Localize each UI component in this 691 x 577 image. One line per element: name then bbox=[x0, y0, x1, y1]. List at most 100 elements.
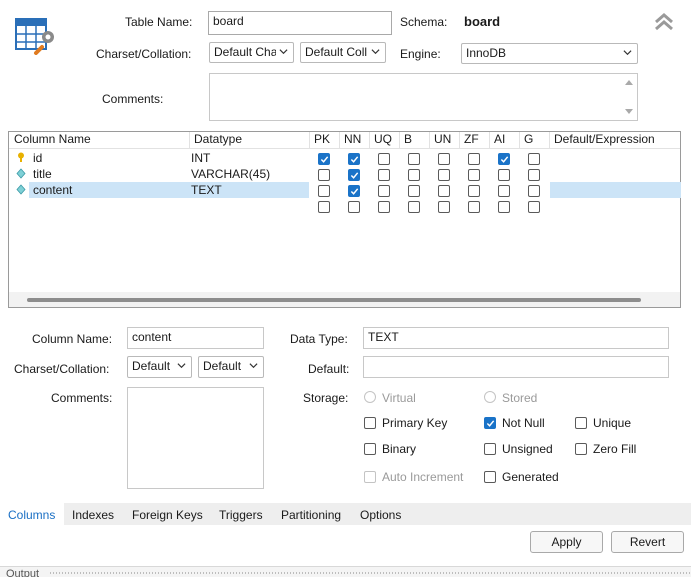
collation-select[interactable]: Default Coll bbox=[300, 42, 386, 63]
grid-flag-checkbox[interactable] bbox=[498, 153, 510, 165]
diamond-icon bbox=[16, 168, 26, 179]
scrollbar-thumb[interactable] bbox=[27, 298, 641, 302]
grid-header-datatype[interactable]: Datatype bbox=[190, 132, 310, 148]
column-name-input[interactable]: content bbox=[127, 327, 264, 349]
unsigned-label: Unsigned bbox=[502, 442, 553, 456]
grid-flag-checkbox[interactable] bbox=[348, 185, 360, 197]
grid-header-nn[interactable]: NN bbox=[340, 132, 370, 148]
tab-partitioning[interactable]: Partitioning bbox=[281, 508, 341, 522]
grid-flag-checkbox[interactable] bbox=[408, 169, 420, 181]
grid-header-zf[interactable]: ZF bbox=[460, 132, 490, 148]
grid-flag-checkbox[interactable] bbox=[528, 153, 540, 165]
grid-flag-checkbox[interactable] bbox=[408, 185, 420, 197]
grid-flag-checkbox[interactable] bbox=[408, 153, 420, 165]
grid-flag-checkbox[interactable] bbox=[468, 185, 480, 197]
table-comments-input[interactable] bbox=[209, 73, 638, 121]
storage-label: Storage: bbox=[303, 391, 349, 405]
grid-header-column-name[interactable]: Column Name bbox=[10, 132, 190, 148]
grid-flag-checkbox[interactable] bbox=[318, 185, 330, 197]
tab-indexes[interactable]: Indexes bbox=[72, 508, 114, 522]
grid-header-default-expression[interactable]: Default/Expression bbox=[550, 132, 681, 148]
revert-button[interactable]: Revert bbox=[611, 531, 684, 553]
grid-cell-column-name[interactable]: content bbox=[33, 183, 72, 197]
scrollbar[interactable] bbox=[621, 74, 637, 120]
grid-cell-datatype[interactable]: VARCHAR(45) bbox=[191, 167, 270, 181]
grid-flag-checkbox[interactable] bbox=[468, 169, 480, 181]
grid-header-pk[interactable]: PK bbox=[310, 132, 340, 148]
column-comments-input[interactable] bbox=[127, 387, 264, 489]
grid-flag-checkbox[interactable] bbox=[378, 185, 390, 197]
grid-flag-checkbox[interactable] bbox=[438, 201, 450, 213]
default-input[interactable] bbox=[363, 356, 669, 378]
virtual-label: Virtual bbox=[382, 391, 416, 405]
column-charset-select[interactable]: Default bbox=[127, 356, 192, 378]
grid-flag-checkbox[interactable] bbox=[438, 169, 450, 181]
grid-flag-checkbox[interactable] bbox=[348, 201, 360, 213]
chevron-down-icon bbox=[279, 49, 288, 55]
collapse-up-icon[interactable] bbox=[653, 12, 675, 32]
grid-flag-checkbox[interactable] bbox=[528, 169, 540, 181]
unique-checkbox[interactable] bbox=[575, 417, 587, 429]
grid-flag-checkbox[interactable] bbox=[378, 153, 390, 165]
apply-button[interactable]: Apply bbox=[530, 531, 603, 553]
table-name-input[interactable]: board bbox=[208, 11, 392, 35]
chevron-down-icon bbox=[249, 363, 258, 369]
grid-flag-checkbox[interactable] bbox=[498, 185, 510, 197]
not-null-checkbox[interactable] bbox=[484, 417, 496, 429]
grid-header-un[interactable]: UN bbox=[430, 132, 460, 148]
grid-flag-checkbox[interactable] bbox=[318, 201, 330, 213]
grid-header-g[interactable]: G bbox=[520, 132, 550, 148]
primary-key-checkbox[interactable] bbox=[364, 417, 376, 429]
grid-flag-checkbox[interactable] bbox=[378, 169, 390, 181]
grid-flag-checkbox[interactable] bbox=[348, 169, 360, 181]
grid-header-ai[interactable]: AI bbox=[490, 132, 520, 148]
grid-flag-checkbox[interactable] bbox=[348, 153, 360, 165]
diamond-icon bbox=[16, 184, 26, 195]
stored-radio[interactable] bbox=[484, 391, 496, 403]
tab-options[interactable]: Options bbox=[360, 508, 401, 522]
grid-flag-checkbox[interactable] bbox=[318, 169, 330, 181]
grid-flag-checkbox[interactable] bbox=[528, 185, 540, 197]
grid-cell-column-name[interactable]: id bbox=[33, 151, 42, 165]
unsigned-checkbox[interactable] bbox=[484, 443, 496, 455]
grid-header-b[interactable]: B bbox=[400, 132, 430, 148]
schema-label: Schema: bbox=[400, 15, 448, 29]
chevron-down-icon bbox=[623, 50, 632, 56]
stored-label: Stored bbox=[502, 391, 538, 405]
grid-cell-datatype[interactable]: INT bbox=[191, 151, 210, 165]
columns-grid[interactable]: Column Name Datatype PK NN UQ B UN ZF AI… bbox=[8, 131, 681, 308]
selected-row-highlight bbox=[550, 182, 681, 198]
engine-label: Engine: bbox=[400, 47, 441, 61]
grid-flag-checkbox[interactable] bbox=[528, 201, 540, 213]
grid-flag-checkbox[interactable] bbox=[408, 201, 420, 213]
grid-cell-datatype[interactable]: TEXT bbox=[191, 183, 222, 197]
chevron-down-icon bbox=[177, 363, 186, 369]
grid-flag-checkbox[interactable] bbox=[498, 201, 510, 213]
data-type-input[interactable]: TEXT bbox=[363, 327, 669, 349]
grid-flag-checkbox[interactable] bbox=[318, 153, 330, 165]
tab-triggers[interactable]: Triggers bbox=[219, 508, 263, 522]
grid-flag-checkbox[interactable] bbox=[438, 185, 450, 197]
horizontal-scrollbar[interactable] bbox=[9, 292, 680, 307]
grid-flag-checkbox[interactable] bbox=[498, 169, 510, 181]
tab-foreign-keys[interactable]: Foreign Keys bbox=[132, 508, 203, 522]
grid-flag-checkbox[interactable] bbox=[438, 153, 450, 165]
column-charset-collation-label: Charset/Collation: bbox=[14, 362, 110, 376]
grid-header-uq[interactable]: UQ bbox=[370, 132, 400, 148]
tab-columns[interactable]: Columns bbox=[8, 508, 55, 522]
generated-checkbox[interactable] bbox=[484, 471, 496, 483]
grid-flag-checkbox[interactable] bbox=[468, 201, 480, 213]
table-name-label: Table Name: bbox=[125, 15, 193, 29]
auto-increment-checkbox[interactable] bbox=[364, 471, 376, 483]
not-null-label: Not Null bbox=[502, 416, 545, 430]
binary-checkbox[interactable] bbox=[364, 443, 376, 455]
unique-label: Unique bbox=[593, 416, 632, 430]
virtual-radio[interactable] bbox=[364, 391, 376, 403]
grid-flag-checkbox[interactable] bbox=[378, 201, 390, 213]
column-collation-select[interactable]: Default bbox=[198, 356, 264, 378]
charset-select[interactable]: Default Chars bbox=[209, 42, 294, 63]
grid-cell-column-name[interactable]: title bbox=[33, 167, 52, 181]
zero-fill-checkbox[interactable] bbox=[575, 443, 587, 455]
grid-flag-checkbox[interactable] bbox=[468, 153, 480, 165]
engine-select[interactable]: InnoDB bbox=[461, 43, 638, 64]
